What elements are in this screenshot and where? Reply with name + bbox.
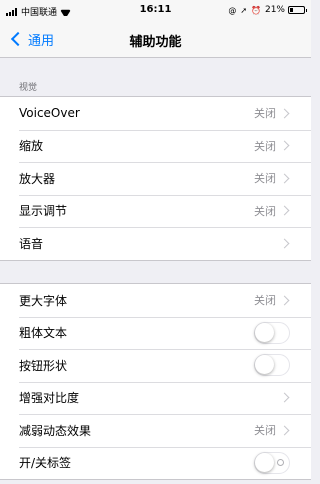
status-right: @ ➚ ⏰ 21% [228, 5, 307, 15]
row-value: 关闭 [254, 172, 276, 186]
at-icon: @ [228, 5, 237, 15]
row-label: 按钮形状 [19, 358, 68, 373]
row-label: VoiceOver [19, 106, 80, 121]
status-bar: 中国联通 16:11 @ ➚ ⏰ 21% [0, 0, 311, 20]
row-value: 关闭 [254, 107, 276, 121]
row-label: 减弱动态效果 [19, 423, 92, 438]
page-title: 辅助功能 [129, 35, 182, 50]
row-voiceover[interactable]: VoiceOver 关闭 [0, 97, 311, 130]
toggle-knob [255, 452, 274, 472]
off-label-icon [277, 458, 284, 466]
row-bold-text: 粗体文本 [0, 316, 311, 350]
section-header-vision: 视觉 [19, 83, 38, 93]
row-label: 显示调节 [19, 204, 68, 219]
row-label: 开/关标签 [19, 456, 72, 471]
row-label: 缩放 [19, 139, 44, 154]
row-increase-contrast[interactable]: 增强对比度 [0, 381, 311, 415]
row-on-off-labels: 开/关标签 [0, 446, 311, 480]
chevron-right-icon [279, 140, 290, 151]
battery-icon [288, 6, 307, 14]
row-label: 粗体文本 [19, 326, 68, 341]
chevron-right-icon [279, 238, 290, 249]
row-value: 关闭 [254, 204, 276, 218]
row-label: 语音 [19, 236, 44, 251]
battery-percent: 21% [264, 5, 285, 15]
chevron-right-icon [279, 108, 290, 119]
chevron-right-icon [279, 295, 290, 306]
row-button-shapes: 按钮形状 [0, 349, 311, 382]
row-value: 关闭 [254, 294, 276, 308]
alarm-icon: ⏰ [251, 5, 261, 15]
toggle-knob [255, 355, 274, 375]
row-display-accommodations[interactable]: 显示调节 关闭 [0, 194, 311, 228]
navigation-bar: 通用 辅助功能 [0, 20, 311, 58]
row-zoom[interactable]: 缩放 关闭 [0, 129, 311, 163]
row-label: 增强对比度 [19, 391, 80, 406]
bold-text-toggle[interactable] [254, 321, 290, 344]
row-value: 关闭 [254, 424, 276, 438]
chevron-right-icon [279, 392, 290, 403]
vision-group: VoiceOver 关闭 缩放 关闭 放大器 关闭 显示调节 关闭 语音 [0, 96, 311, 261]
button-shapes-toggle[interactable] [254, 354, 290, 377]
text-group: 更大字体 关闭 粗体文本 按钮形状 增强对比度 减弱动态效果 关闭 开/关标签 [0, 283, 311, 480]
toggle-knob [255, 322, 274, 342]
row-reduce-motion[interactable]: 减弱动态效果 关闭 [0, 414, 311, 447]
row-larger-text[interactable]: 更大字体 关闭 [0, 284, 311, 317]
chevron-right-icon [279, 425, 290, 436]
row-magnifier[interactable]: 放大器 关闭 [0, 162, 311, 195]
on-off-labels-toggle[interactable] [254, 451, 290, 474]
row-label: 更大字体 [19, 293, 68, 308]
location-icon: ➚ [240, 5, 248, 15]
chevron-right-icon [279, 205, 290, 216]
chevron-right-icon [279, 173, 290, 184]
row-speech[interactable]: 语音 [0, 227, 311, 260]
row-label: 放大器 [19, 171, 56, 186]
row-value: 关闭 [254, 139, 276, 153]
